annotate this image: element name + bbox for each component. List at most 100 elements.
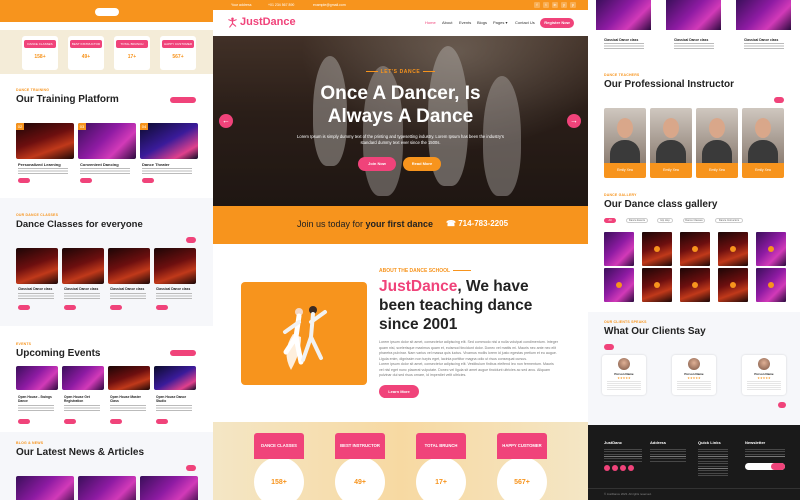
training-badge: 04 xyxy=(140,123,148,130)
footer-facebook-icon[interactable] xyxy=(604,465,610,471)
about-paragraph-1: Lorem ipsum dolor sit amet, consectetur … xyxy=(379,340,558,361)
training-card-button[interactable] xyxy=(80,178,92,183)
join-now-button[interactable]: Join Now xyxy=(358,157,396,171)
instructor-card[interactable]: Emily Xea xyxy=(742,108,784,178)
gallery-image[interactable] xyxy=(604,268,634,302)
training-card-image[interactable]: 04 xyxy=(140,123,198,159)
class-card-button[interactable] xyxy=(156,305,168,310)
event-card-button[interactable] xyxy=(156,419,168,424)
gallery-image[interactable] xyxy=(718,232,748,266)
newsletter-subscribe-button[interactable] xyxy=(771,463,785,470)
brand-logo-text[interactable]: JustDance xyxy=(240,16,296,28)
top-class-image[interactable] xyxy=(596,0,651,30)
footer-newsletter-lines xyxy=(745,449,785,457)
gallery-image[interactable] xyxy=(642,268,672,302)
instructors-title: Our Professional Instructor xyxy=(604,79,735,90)
training-card-image[interactable]: 03 xyxy=(78,123,136,159)
event-card-button[interactable] xyxy=(110,419,122,424)
gallery-image[interactable] xyxy=(756,268,786,302)
class-card-button[interactable] xyxy=(110,305,122,310)
youtube-icon[interactable]: y xyxy=(561,2,567,8)
gallery-tab-all[interactable]: All xyxy=(604,218,616,223)
client-avatar xyxy=(688,358,700,370)
footer-linkedin-icon[interactable] xyxy=(620,465,626,471)
nav-blogs[interactable]: Blogs xyxy=(477,20,487,25)
nav-home[interactable]: Home xyxy=(425,20,436,25)
gallery-image[interactable] xyxy=(718,268,748,302)
event-card-image[interactable] xyxy=(154,366,196,390)
hero-prev-arrow-icon[interactable]: ← xyxy=(219,114,233,128)
join-us-text: Join us today for your first dance xyxy=(297,219,433,229)
event-card-image[interactable] xyxy=(62,366,104,390)
stat-card: BEST INSTRUCTOR 49+ xyxy=(335,433,385,500)
gallery-tab-hiphop[interactable]: Hip Hop xyxy=(657,218,673,223)
event-card-button[interactable] xyxy=(64,419,76,424)
pinterest-icon[interactable]: p xyxy=(570,2,576,8)
footer-twitter-icon[interactable] xyxy=(612,465,618,471)
gallery-image[interactable] xyxy=(642,232,672,266)
event-card-button[interactable] xyxy=(18,419,30,424)
join-phone[interactable]: ☎ 714-783-2205 xyxy=(446,219,508,228)
nav-about[interactable]: About xyxy=(442,20,452,25)
news-card-image[interactable] xyxy=(16,476,74,500)
classes-nav-button[interactable] xyxy=(186,237,196,243)
gallery-tab-classes[interactable]: Dance Classes xyxy=(683,218,705,223)
card-text-lines xyxy=(18,405,54,411)
news-card-image[interactable] xyxy=(140,476,198,500)
learn-more-button[interactable]: Learn More xyxy=(379,385,419,398)
footer-link-lines[interactable] xyxy=(698,449,728,477)
gallery-tab-instructors[interactable]: Dance Instructors xyxy=(715,218,743,223)
instructor-card[interactable]: Emily Xea xyxy=(604,108,646,178)
read-more-button[interactable]: Read More xyxy=(403,157,441,171)
linkedin-icon[interactable]: in xyxy=(552,2,558,8)
footer-copyright: © JustDance 2023. All rights reserved. xyxy=(604,492,652,496)
gallery-image[interactable] xyxy=(680,268,710,302)
gallery-image[interactable] xyxy=(604,232,634,266)
twitter-icon[interactable]: t xyxy=(543,2,549,8)
event-card-image[interactable] xyxy=(108,366,150,390)
hero-next-arrow-icon[interactable]: → xyxy=(567,114,581,128)
training-kicker: DANCE TRAINING xyxy=(16,88,50,92)
training-more-button[interactable] xyxy=(170,97,196,103)
nav-contact[interactable]: Contact Us xyxy=(515,20,535,25)
register-now-button[interactable]: Register Now xyxy=(540,18,574,28)
instructor-card[interactable]: Emily Xea xyxy=(696,108,738,178)
top-class-image[interactable] xyxy=(736,0,791,30)
news-nav-button[interactable] xyxy=(186,465,196,471)
client-testimonial-card: Person Name ★★★★★ xyxy=(672,355,716,395)
clients-prev-button[interactable] xyxy=(604,344,614,350)
footer-youtube-icon[interactable] xyxy=(628,465,634,471)
about-title: JustDance, We have been teaching dance s… xyxy=(379,277,569,334)
class-card-image[interactable] xyxy=(154,248,196,284)
instructor-name: Emily Xea xyxy=(650,163,692,178)
top-class-image[interactable] xyxy=(666,0,721,30)
nav-events[interactable]: Events xyxy=(459,20,471,25)
news-card-image[interactable] xyxy=(78,476,136,500)
gallery-image[interactable] xyxy=(756,232,786,266)
instructor-card[interactable]: Emily Xea xyxy=(650,108,692,178)
training-card-button[interactable] xyxy=(142,178,154,183)
client-testimonial-card: Person Name ★★★★★ xyxy=(742,355,786,395)
class-card-image[interactable] xyxy=(16,248,58,284)
top-class-caption: Classical Dance class xyxy=(596,30,656,63)
class-card-button[interactable] xyxy=(64,305,76,310)
training-card-button[interactable] xyxy=(18,178,30,183)
class-card-image[interactable] xyxy=(62,248,104,284)
class-card-button[interactable] xyxy=(18,305,30,310)
training-card-image[interactable]: 02 xyxy=(16,123,74,159)
event-card-image[interactable] xyxy=(16,366,58,390)
class-card-image[interactable] xyxy=(108,248,150,284)
stat-card: HAPPY CUSTOMER 567+ xyxy=(497,433,547,500)
client-rating-stars: ★★★★★ xyxy=(617,376,631,380)
events-more-button[interactable] xyxy=(170,350,196,356)
gallery-image[interactable] xyxy=(680,232,710,266)
gallery-tab-events[interactable]: Dance Events xyxy=(626,218,648,223)
card-text-lines xyxy=(156,293,192,299)
clients-next-button[interactable] xyxy=(778,402,786,408)
facebook-icon[interactable]: f xyxy=(534,2,540,8)
nav-pages[interactable]: Pages ▾ xyxy=(493,20,507,25)
instructors-nav-button[interactable] xyxy=(774,97,784,103)
top-class-caption: Classical Dance class xyxy=(736,30,796,63)
stats-band: DANCE CLASSES 158+ BEST INSTRUCTOR 49+ TOT… xyxy=(213,422,588,500)
right-preview-panel: Classical Dance class Classical Dance cl… xyxy=(588,0,800,500)
